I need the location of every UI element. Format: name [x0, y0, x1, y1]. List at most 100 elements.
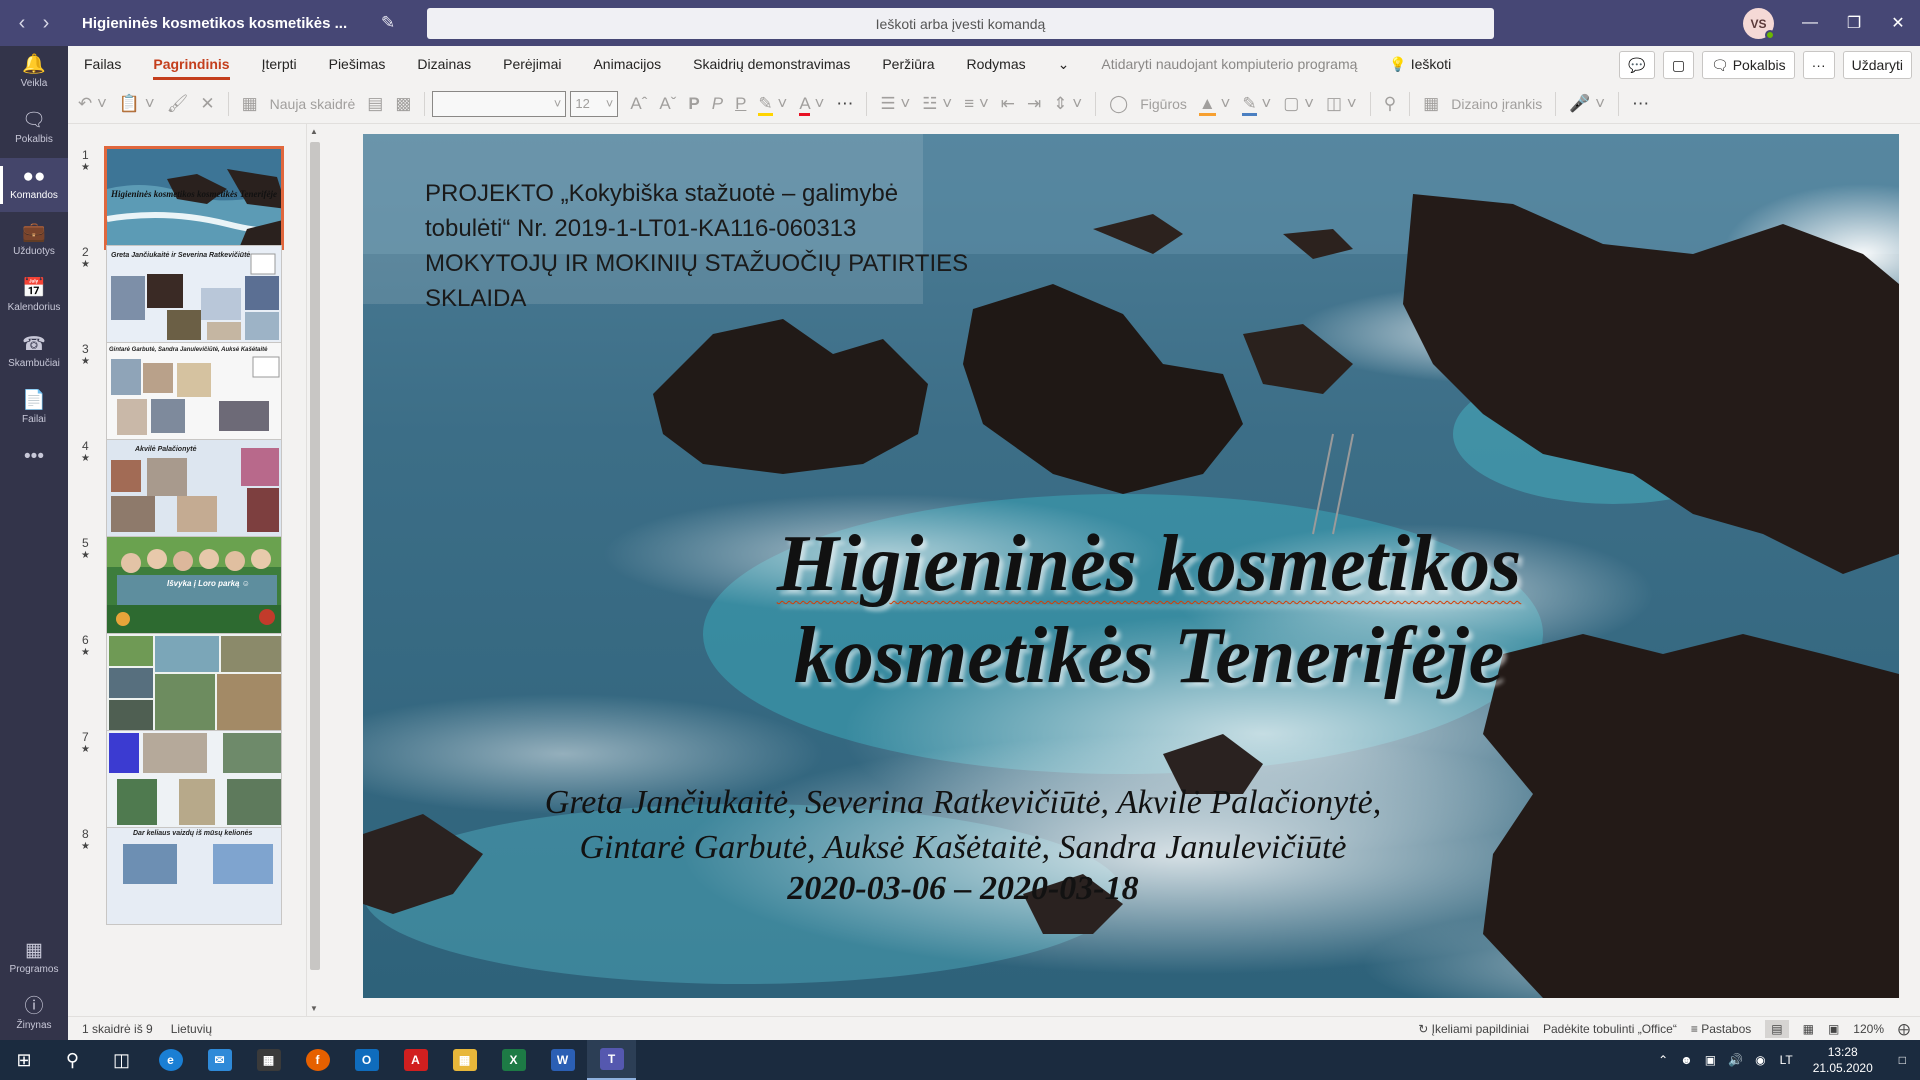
rail-item-calls[interactable]: ☎ Skambučiai — [0, 326, 68, 380]
acrobat-icon[interactable]: A — [391, 1040, 440, 1080]
background-icon[interactable]: ▩ — [389, 94, 417, 114]
format-painter-icon[interactable]: 🖌 — [161, 94, 195, 114]
rail-item-help[interactable]: ⓘ Žinynas — [0, 988, 68, 1042]
shape-style-icon[interactable]: ▢ ˅ — [1277, 94, 1320, 114]
thumbnail-item[interactable]: 5 ★ Išvyka į Loro parką ☺ — [68, 536, 308, 636]
slide-thumbnail[interactable]: Akvilė Palačionytė — [106, 439, 282, 537]
decrease-indent-icon[interactable]: ⇤ — [995, 94, 1021, 114]
task-view-icon[interactable]: ◫ — [97, 1040, 146, 1080]
tab-review[interactable]: Peržiūra — [866, 46, 950, 84]
rail-item-files[interactable]: 📄 Failai — [0, 382, 68, 436]
close-icon[interactable]: ✕ — [1876, 0, 1920, 46]
tab-animations[interactable]: Animacijos — [577, 46, 677, 84]
thumbnail-item[interactable]: 3 ★ Gintarė Garbutė, Sandra Janulevičiūt… — [68, 342, 308, 442]
rail-item-assignments[interactable]: 💼 Užduotys — [0, 214, 68, 268]
chat-button[interactable]: 🗨 Pokalbis — [1702, 51, 1795, 79]
mail-icon[interactable]: ✉ — [195, 1040, 244, 1080]
designer-button[interactable]: Dizaino įrankis — [1445, 96, 1548, 112]
input-language[interactable]: LT — [1780, 1053, 1793, 1067]
close-button[interactable]: Uždaryti — [1842, 51, 1912, 79]
designer-icon[interactable]: ▦ — [1417, 94, 1445, 114]
teams-icon[interactable]: T — [587, 1040, 636, 1080]
action-center-icon[interactable]: □ — [1899, 1053, 1906, 1067]
delete-icon[interactable]: ✕ — [194, 94, 220, 114]
excel-icon[interactable]: X — [489, 1040, 538, 1080]
tab-draw[interactable]: Piešimas — [313, 46, 402, 84]
rail-item-teams[interactable]: ●● Komandos — [0, 158, 68, 212]
thumbnail-item[interactable]: 8 ★ Dar keliaus vaizdų iš mūsų kelionės — [68, 827, 308, 927]
shapes-icon[interactable]: ◯ — [1103, 94, 1134, 114]
shapes-button[interactable]: Figūros — [1134, 96, 1193, 112]
slide-thumbnail[interactable]: Greta Jančiukaitė ir Severina Ratkevičiū… — [106, 245, 282, 343]
font-size-select[interactable]: 12 ˅ — [570, 90, 619, 117]
align-icon[interactable]: ≡ ˅ — [958, 94, 995, 114]
tab-transitions[interactable]: Perėjimai — [487, 46, 577, 84]
dictate-icon[interactable]: 🎤 ˅ — [1563, 94, 1611, 114]
slide-thumbnail[interactable]: Išvyka į Loro parką ☺ — [106, 536, 282, 634]
more-commands-icon[interactable]: ⋯ — [1626, 94, 1655, 114]
comment-button[interactable]: 💬 — [1619, 51, 1655, 79]
tab-file[interactable]: Failas — [68, 46, 137, 84]
scroll-up-icon[interactable]: ▲ — [310, 127, 318, 136]
rail-more-button[interactable]: ••• — [0, 438, 68, 478]
firefox-icon[interactable]: f — [293, 1040, 342, 1080]
tab-insert[interactable]: Įterpti — [246, 46, 313, 84]
present-button[interactable]: ▢ — [1662, 51, 1695, 79]
font-name-select[interactable]: ˅ — [432, 90, 567, 117]
clock[interactable]: 13:28 21.05.2020 — [1813, 1044, 1873, 1076]
slide-thumbnail[interactable] — [106, 633, 282, 731]
slide-thumbnail[interactable]: Higieninės kosmetikos kosmetikės Tenerif… — [104, 146, 284, 250]
font-color-icon[interactable]: A ˅ — [793, 93, 830, 116]
paste-icon[interactable]: 📋 ˅ — [113, 94, 161, 114]
tab-slideshow[interactable]: Skaidrių demonstravimas — [677, 46, 866, 84]
bold-button[interactable]: P — [682, 94, 705, 114]
more-options-button[interactable]: ··· — [1802, 51, 1835, 79]
word-icon[interactable]: W — [538, 1040, 587, 1080]
rail-item-activity[interactable]: 🔔 Veikla — [0, 46, 68, 100]
notes-button[interactable]: ≡ Pastabos — [1691, 1022, 1751, 1036]
open-in-desktop-link[interactable]: Atidaryti naudojant kompiuterio programą — [1085, 46, 1373, 84]
highlight-icon[interactable]: ✎ ˅ — [752, 93, 793, 116]
office-feedback-link[interactable]: Padėkite tobulinti „Office“ — [1543, 1022, 1677, 1036]
new-slide-icon[interactable]: ▦ — [236, 94, 264, 114]
slide-thumbnail[interactable] — [106, 730, 282, 828]
rail-item-calendar[interactable]: 📅 Kalendorius — [0, 270, 68, 324]
underline-button[interactable]: P — [729, 94, 752, 114]
tab-design[interactable]: Dizainas — [401, 46, 487, 84]
file-explorer-icon[interactable]: ▦ — [440, 1040, 489, 1080]
more-font-options-icon[interactable]: ⋯ — [830, 94, 859, 114]
tab-view[interactable]: Rodymas — [950, 46, 1041, 84]
forward-arrow-icon[interactable]: › — [43, 12, 50, 35]
notification-app-icon[interactable]: ◉ — [1755, 1053, 1765, 1067]
slide-thumbnail[interactable]: Gintarė Garbutė, Sandra Janulevičiūtė, A… — [106, 342, 282, 440]
thumbnails-scrollbar[interactable]: ▲ ▼ — [306, 124, 322, 1016]
italic-button[interactable]: P — [706, 94, 729, 114]
scroll-down-icon[interactable]: ▼ — [310, 1004, 318, 1013]
shape-fill-icon[interactable]: ▲ ˅ — [1193, 93, 1236, 116]
people-icon[interactable]: ☻ — [1680, 1053, 1693, 1067]
fit-slide-icon[interactable]: ⨁ — [1898, 1022, 1910, 1036]
increase-indent-icon[interactable]: ⇥ — [1021, 94, 1047, 114]
volume-icon[interactable]: 🔊 — [1728, 1053, 1743, 1067]
new-slide-button[interactable]: Nauja skaidrė — [264, 96, 362, 112]
language-indicator[interactable]: Lietuvių — [171, 1022, 212, 1036]
rail-item-chat[interactable]: 🗨 Pokalbis — [0, 102, 68, 156]
thumbnail-item[interactable]: 1 ★ Higieninės kosmetikos kosmetikės Ten… — [68, 146, 308, 250]
line-spacing-icon[interactable]: ⇕ ˅ — [1047, 94, 1088, 114]
more-tabs-chevron-icon[interactable]: ⌄ — [1042, 46, 1086, 84]
undo-icon[interactable]: ↶ ˅ — [72, 94, 113, 114]
find-icon[interactable]: ⚲ — [1378, 94, 1402, 114]
arrange-icon[interactable]: ◫ ˅ — [1320, 94, 1363, 114]
thumbnail-item[interactable]: 4 ★ Akvilė Palačionytė — [68, 439, 308, 539]
shape-outline-icon[interactable]: ✎ ˅ — [1236, 93, 1277, 116]
bullets-icon[interactable]: ☰ ˅ — [874, 94, 916, 114]
slide-thumbnail[interactable]: Dar keliaus vaizdų iš mūsų kelionės — [106, 827, 282, 925]
tell-me-search[interactable]: 💡 Ieškoti — [1373, 46, 1467, 84]
tab-home[interactable]: Pagrindinis — [137, 46, 245, 84]
layout-icon[interactable]: ▤ — [361, 94, 389, 114]
windows-start-icon[interactable]: ⊞ — [0, 1040, 48, 1080]
slide-sorter-icon[interactable]: ▦ — [1803, 1022, 1814, 1036]
edge-icon[interactable]: e — [146, 1040, 195, 1080]
grow-font-icon[interactable]: Aˆ — [624, 94, 653, 114]
compose-icon[interactable]: ✎ — [368, 13, 408, 33]
